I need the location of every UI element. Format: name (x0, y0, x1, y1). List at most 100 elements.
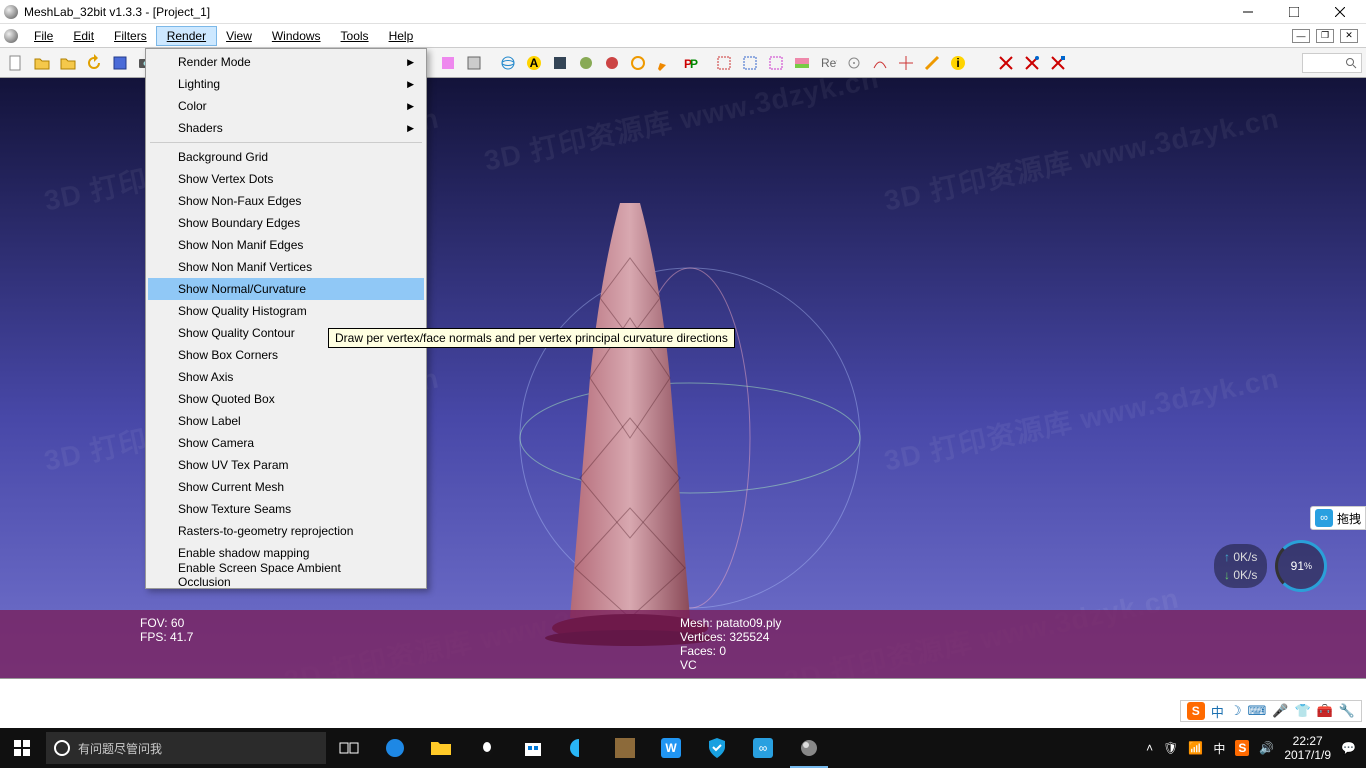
delete-facevert-icon[interactable] (1046, 51, 1070, 75)
a-icon[interactable]: A (522, 51, 546, 75)
menu-file[interactable]: File (24, 27, 63, 45)
tray-volume-icon[interactable]: 🔊 (1259, 741, 1274, 755)
menu-show-texture-seams[interactable]: Show Texture Seams (148, 498, 424, 520)
menu-render[interactable]: Render (157, 27, 216, 45)
ime-moon-icon[interactable]: ☽ (1230, 703, 1242, 719)
qq-icon[interactable] (464, 728, 510, 768)
cloud-icon[interactable]: ∞ (740, 728, 786, 768)
tray-clock[interactable]: 22:27 2017/1/9 (1284, 734, 1331, 763)
open-project-icon[interactable] (30, 51, 54, 75)
menu-render-mode[interactable]: Render Mode▶ (148, 51, 424, 73)
taskbar-search[interactable]: 有问题尽管问我 (46, 732, 326, 764)
raster-icon[interactable] (548, 51, 572, 75)
explorer-icon[interactable] (418, 728, 464, 768)
tray-shield-icon[interactable]: 🛡 (1163, 741, 1178, 755)
ime-settings-icon[interactable]: 🔧 (1339, 703, 1355, 719)
mdi-close[interactable]: ✕ (1340, 29, 1358, 43)
ime-zh[interactable]: 中 (1211, 702, 1224, 721)
aotex-icon[interactable] (574, 51, 598, 75)
delete-face-icon[interactable] (1020, 51, 1044, 75)
taskbar-apps: W ∞ (326, 728, 832, 768)
painter-icon[interactable] (790, 51, 814, 75)
app-brown-icon[interactable] (602, 728, 648, 768)
menu-show-non-manif-edges[interactable]: Show Non Manif Edges (148, 234, 424, 256)
import-mesh-icon[interactable] (56, 51, 80, 75)
menu-lighting[interactable]: Lighting▶ (148, 73, 424, 95)
ime-mic-icon[interactable]: 🎤 (1272, 703, 1288, 719)
menu-show-quoted-box[interactable]: Show Quoted Box (148, 388, 424, 410)
menu-filters[interactable]: Filters (104, 27, 157, 45)
tray-chevron-icon[interactable]: ˄ (1146, 741, 1153, 755)
sogou-icon[interactable]: S (1187, 702, 1205, 720)
menu-tools[interactable]: Tools (331, 27, 379, 45)
menu-show-axis[interactable]: Show Axis (148, 366, 424, 388)
globe-icon[interactable] (496, 51, 520, 75)
menu-help[interactable]: Help (379, 27, 424, 45)
menu-show-normal-curvature[interactable]: Show Normal/Curvature (148, 278, 424, 300)
store-icon[interactable] (510, 728, 556, 768)
toolbar-search[interactable] (1302, 53, 1362, 73)
mdi-restore[interactable]: ❐ (1316, 29, 1334, 43)
arc3d-icon[interactable] (868, 51, 892, 75)
cura-icon[interactable] (556, 728, 602, 768)
manip-icon[interactable] (894, 51, 918, 75)
delete-vert-icon[interactable] (994, 51, 1018, 75)
share-overlay[interactable]: ∞ 拖拽 (1310, 506, 1366, 530)
menu-color[interactable]: Color▶ (148, 95, 424, 117)
minimize-button[interactable] (1234, 2, 1262, 22)
edit-paint-icon[interactable] (652, 51, 676, 75)
menu-show-non-faux-edges[interactable]: Show Non-Faux Edges (148, 190, 424, 212)
measure-icon[interactable] (920, 51, 944, 75)
export-mesh-icon[interactable] (108, 51, 132, 75)
ime-skin-icon[interactable]: 👕 (1294, 703, 1310, 719)
log-bar[interactable] (0, 678, 1366, 698)
doc-icon (4, 29, 18, 43)
decorate2-icon[interactable] (626, 51, 650, 75)
menu-show-vertex-dots[interactable]: Show Vertex Dots (148, 168, 424, 190)
select-face-icon[interactable] (738, 51, 762, 75)
select-conn-icon[interactable] (764, 51, 788, 75)
decorate1-icon[interactable] (600, 51, 624, 75)
reload-icon[interactable] (82, 51, 106, 75)
tray-ime-icon[interactable]: 中 (1213, 740, 1225, 757)
new-project-icon[interactable] (4, 51, 28, 75)
netspeed-overlay[interactable]: ↑ 0K/s ↓ 0K/s 91% (1214, 538, 1354, 594)
menu-show-current-mesh[interactable]: Show Current Mesh (148, 476, 424, 498)
edge-icon[interactable] (372, 728, 418, 768)
tray-sogou-icon[interactable]: S (1235, 740, 1249, 756)
select-vert-icon[interactable] (712, 51, 736, 75)
ime-toolbar[interactable]: S 中 ☽ ⌨ 🎤 👕 🧰 🔧 (1180, 700, 1362, 722)
meshlab-taskbar-icon[interactable] (786, 728, 832, 768)
menu-show-label[interactable]: Show Label (148, 410, 424, 432)
align-icon[interactable] (842, 51, 866, 75)
close-button[interactable] (1326, 2, 1354, 22)
menu-windows[interactable]: Windows (262, 27, 331, 45)
pp-icon[interactable]: PP (678, 51, 702, 75)
tencent-mgr-icon[interactable] (694, 728, 740, 768)
menu-enable-screen-space-ambient-occlusion[interactable]: Enable Screen Space Ambient Occlusion (148, 564, 424, 586)
measure-ref-icon[interactable]: Ref (816, 51, 840, 75)
menu-show-non-manif-vertices[interactable]: Show Non Manif Vertices (148, 256, 424, 278)
doubleside-icon[interactable] (462, 51, 486, 75)
wps-icon[interactable]: W (648, 728, 694, 768)
tray-notifications-icon[interactable]: 💬 (1341, 741, 1356, 755)
menu-show-boundary-edges[interactable]: Show Boundary Edges (148, 212, 424, 234)
menu-edit[interactable]: Edit (63, 27, 104, 45)
menu-show-camera[interactable]: Show Camera (148, 432, 424, 454)
ime-keyboard-icon[interactable]: ⌨ (1247, 703, 1266, 719)
taskview-icon[interactable] (326, 728, 372, 768)
menu-shaders[interactable]: Shaders▶ (148, 117, 424, 139)
start-button[interactable] (0, 728, 44, 768)
menu-background-grid[interactable]: Background Grid (148, 146, 424, 168)
tray-wifi-icon[interactable]: 📶 (1188, 741, 1203, 755)
maximize-button[interactable] (1280, 2, 1308, 22)
menu-show-uv-tex-param[interactable]: Show UV Tex Param (148, 454, 424, 476)
download-rate: 0K/s (1233, 568, 1257, 582)
backface-icon[interactable] (436, 51, 460, 75)
mdi-minimize[interactable]: — (1292, 29, 1310, 43)
info-icon[interactable]: i (946, 51, 970, 75)
ime-toolbox-icon[interactable]: 🧰 (1317, 703, 1333, 719)
menu-show-quality-histogram[interactable]: Show Quality Histogram (148, 300, 424, 322)
menu-view[interactable]: View (216, 27, 262, 45)
menu-rasters-to-geometry-reprojection[interactable]: Rasters-to-geometry reprojection (148, 520, 424, 542)
